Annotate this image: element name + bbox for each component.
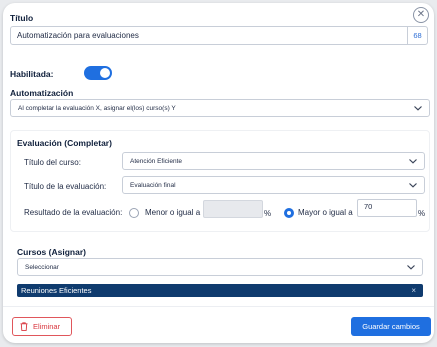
title-label: Título <box>10 13 34 23</box>
less-percent-sign: % <box>264 209 272 218</box>
course-title-select[interactable]: Atención Eficiente <box>122 152 425 170</box>
automation-modal: ✕ Título Automatización para evaluacione… <box>3 3 434 343</box>
delete-button-label: Eliminar <box>33 322 61 331</box>
less-or-equal-label: Menor o igual a <box>145 208 201 217</box>
toggle-knob <box>100 68 110 78</box>
course-title-label: Título del curso: <box>24 158 81 167</box>
courses-select[interactable]: Seleccionar <box>17 258 423 276</box>
course-tag: Reuniones Eficientes × <box>17 284 423 297</box>
less-or-equal-input[interactable] <box>203 200 263 218</box>
save-button[interactable]: Guardar cambios <box>351 317 431 336</box>
courses-heading: Cursos (Asignar) <box>17 247 86 257</box>
automation-select[interactable]: Al completar la evaluación X, asignar el… <box>10 99 430 117</box>
footer-divider <box>3 306 434 307</box>
chevron-down-icon <box>407 265 415 270</box>
title-input-value: Automatización para evaluaciones <box>17 31 139 40</box>
course-tag-label: Reuniones Eficientes <box>21 286 92 295</box>
enabled-label: Habilitada: <box>10 69 54 79</box>
enabled-toggle[interactable] <box>84 66 112 80</box>
trash-icon <box>20 322 28 331</box>
chevron-down-icon <box>409 159 417 164</box>
delete-button[interactable]: Eliminar <box>12 317 72 336</box>
evaluation-heading: Evaluación (Completar) <box>17 138 112 148</box>
course-title-value: Atención Eficiente <box>130 157 183 165</box>
title-input[interactable]: Automatización para evaluaciones 68 <box>10 26 428 45</box>
evaluation-section: Evaluación (Completar) Título del curso:… <box>10 130 430 232</box>
greater-or-equal-input[interactable]: 70 <box>357 199 417 217</box>
automation-label: Automatización <box>10 88 74 98</box>
courses-select-placeholder: Seleccionar <box>25 263 59 271</box>
remove-tag-icon[interactable]: × <box>411 286 423 295</box>
automation-select-value: Al completar la evaluación X, asignar el… <box>18 104 176 112</box>
evaluation-title-select[interactable]: Evaluación final <box>122 176 425 194</box>
evaluation-title-value: Evaluación final <box>130 181 176 189</box>
evaluation-title-label: Título de la evaluación: <box>24 182 107 191</box>
chevron-down-icon <box>414 106 422 111</box>
result-label: Resultado de la evaluación: <box>24 208 123 217</box>
greater-percent-sign: % <box>418 209 426 218</box>
chevron-down-icon <box>409 183 417 188</box>
char-count: 68 <box>407 27 427 44</box>
greater-or-equal-label: Mayor o igual a <box>298 208 353 217</box>
radio-less-or-equal[interactable] <box>129 208 139 218</box>
radio-greater-or-equal[interactable] <box>284 208 294 218</box>
close-icon[interactable]: ✕ <box>413 7 429 23</box>
